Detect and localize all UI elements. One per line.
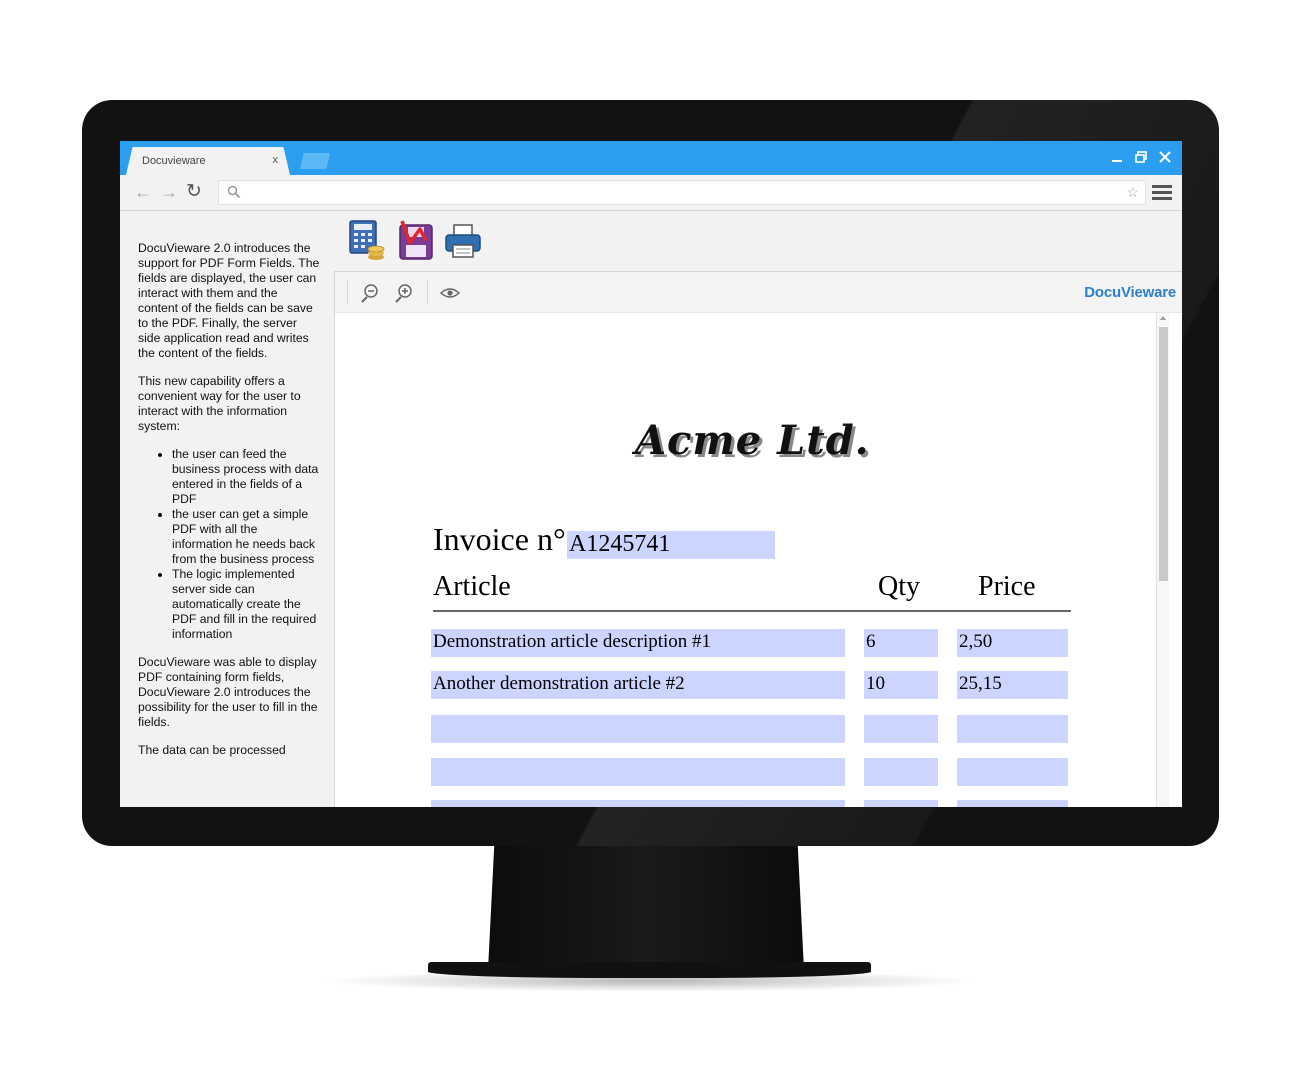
article-field[interactable] [431,715,845,743]
close-icon[interactable] [1158,149,1172,165]
bookmark-star-icon[interactable]: ☆ [1126,184,1139,201]
menu-hamburger-icon[interactable] [1152,185,1172,201]
address-bar[interactable]: ☆ [218,180,1146,205]
description-paragraph: DocuVieware was able to display PDF cont… [138,655,318,729]
description-paragraph: The data can be processed [138,743,286,757]
vertical-scrollbar[interactable] [1156,313,1169,807]
reload-icon[interactable]: ↻ [186,182,202,201]
monitor-screen: Docuvieware x ← → ↻ ☆ DocuVieware 2.0 in… [120,141,1182,807]
forward-arrow-icon[interactable]: → [160,183,178,201]
restore-icon[interactable] [1134,149,1148,165]
column-header-article: Article [433,571,511,602]
qty-field[interactable] [864,758,938,786]
zoom-out-icon[interactable] [359,282,381,304]
description-paragraph: DocuVieware 2.0 introduces the support f… [138,241,320,360]
price-field[interactable] [957,800,1068,807]
invoice-label: Invoice n° [433,521,566,557]
price-field[interactable]: 2,50 [957,629,1068,657]
price-field[interactable]: 25,15 [957,671,1068,699]
article-field[interactable] [431,800,845,807]
document-viewer: DocuVieware Acme Ltd. Invoice n° A124574… [334,271,1182,807]
calculator-coins-icon[interactable] [348,219,386,261]
column-header-price: Price [978,571,1036,602]
app-toolbar [348,219,482,261]
browser-tab[interactable]: Docuvieware x [126,147,290,175]
list-item: the user can feed the business process w… [172,447,320,507]
qty-field[interactable] [864,715,938,743]
browser-navbar: ← → ↻ ☆ [120,175,1182,211]
list-item: The logic implemented server side can au… [172,567,320,642]
price-field[interactable] [957,758,1068,786]
tab-title: Docuvieware [142,155,206,167]
scrollbar-thumb[interactable] [1159,327,1168,581]
pdf-save-icon[interactable] [396,219,434,261]
description-panel: DocuVieware 2.0 introduces the support f… [120,211,332,807]
eye-icon[interactable] [439,282,461,304]
scroll-up-arrow-icon[interactable] [1160,316,1166,320]
list-item: the user can get a simple PDF with all t… [172,507,320,567]
search-icon [227,185,241,204]
qty-field[interactable]: 6 [864,629,938,657]
invoice-number-field[interactable]: A1245741 [567,531,775,559]
article-field[interactable]: Another demonstration article #2 [431,671,845,699]
header-divider [433,610,1071,612]
zoom-in-icon[interactable] [393,282,415,304]
qty-field[interactable] [864,800,938,807]
monitor-stand-neck [488,844,804,970]
docuvieware-logo: DocuVieware [1084,284,1176,301]
tab-close-button[interactable]: x [273,154,279,166]
window-controls [1110,149,1172,165]
viewer-toolbar: DocuVieware [335,272,1182,313]
monitor-stand-base [428,962,871,978]
qty-field[interactable]: 10 [864,671,938,699]
browser-tabbar: Docuvieware x [120,141,1182,175]
price-field[interactable] [957,715,1068,743]
article-field[interactable]: Demonstration article description #1 [431,629,845,657]
company-logo: Acme Ltd. [635,417,870,464]
column-header-qty: Qty [878,571,920,602]
description-paragraph: This new capability offers a convenient … [138,374,301,433]
document-page: Acme Ltd. Invoice n° A1245741 Article Qt… [335,313,1182,807]
printer-icon[interactable] [444,219,482,261]
feature-list: the user can feed the business process w… [172,447,320,642]
minimize-icon[interactable] [1110,149,1124,165]
new-tab-button[interactable] [300,153,330,169]
viewer-app: DocuVieware Acme Ltd. Invoice n° A124574… [332,211,1182,807]
article-field[interactable] [431,758,845,786]
back-arrow-icon[interactable]: ← [134,183,152,201]
